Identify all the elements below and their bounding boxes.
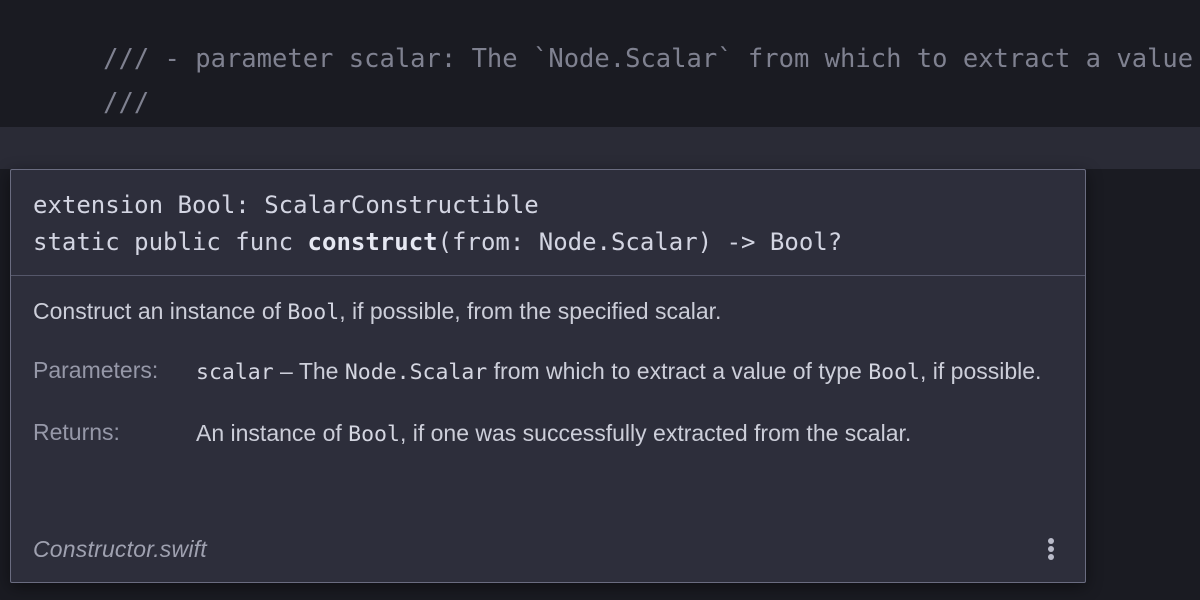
parameter-code-node-scalar: Node.Scalar bbox=[344, 360, 488, 385]
declaration-signature-prefix: static public func bbox=[33, 228, 308, 256]
parameters-value: scalar – The Node.Scalar from which to e… bbox=[196, 354, 1063, 390]
parameter-code-bool: Bool bbox=[868, 360, 920, 385]
returns-label: Returns: bbox=[33, 419, 120, 445]
parameters-row: Parameters: scalar – The Node.Scalar fro… bbox=[33, 354, 1063, 390]
declaration-extension-line: extension Bool: ScalarConstructible bbox=[33, 191, 539, 219]
parameter-text-2: from which to extract a value of type bbox=[487, 358, 869, 384]
screen-root: /// - parameter scalar: The `Node.Scalar… bbox=[0, 0, 1200, 600]
code-line-doc-parameter[interactable]: /// - parameter scalar: The `Node.Scalar… bbox=[0, 0, 1200, 74]
declaration-signature-name: construct bbox=[307, 228, 438, 256]
returns-text-1: An instance of bbox=[196, 420, 349, 446]
abstract-text-1: Construct an instance of bbox=[33, 298, 288, 324]
returns-value: An instance of Bool, if one was successf… bbox=[196, 416, 1063, 452]
code-line-doc-returns[interactable]: /// - returns: An instance of `Bool`, if… bbox=[0, 82, 1200, 160]
kebab-dot bbox=[1048, 554, 1054, 560]
parameter-name-scalar: scalar bbox=[196, 360, 274, 385]
kebab-menu-icon[interactable] bbox=[1039, 536, 1063, 562]
returns-text-2: , if one was successfully extracted from… bbox=[399, 420, 912, 446]
parameter-text-3: , if possible. bbox=[919, 358, 1042, 384]
parameter-text-1: The bbox=[298, 358, 345, 384]
abstract-description: Construct an instance of Bool, if possib… bbox=[33, 296, 1063, 328]
quick-help-popup[interactable]: extension Bool: ScalarConstructible stat… bbox=[10, 169, 1086, 583]
returns-row: Returns: An instance of Bool, if one was… bbox=[33, 416, 1063, 452]
parameter-dash: – bbox=[273, 358, 299, 384]
code-line-declaration[interactable]: public static func construct(from scalar… bbox=[0, 127, 1200, 210]
popup-declaration-header: extension Bool: ScalarConstructible stat… bbox=[11, 170, 1085, 276]
declaration-signature-suffix: (from: Node.Scalar) -> Bool? bbox=[437, 228, 843, 256]
kebab-dot bbox=[1048, 546, 1054, 552]
code-editor[interactable]: /// - parameter scalar: The `Node.Scalar… bbox=[0, 0, 1200, 210]
popup-footer: Constructor.swift bbox=[11, 522, 1085, 582]
kebab-dot bbox=[1048, 538, 1054, 544]
abstract-code-bool: Bool bbox=[287, 300, 340, 325]
returns-code-bool: Bool bbox=[348, 422, 400, 447]
popup-body: Construct an instance of Bool, if possib… bbox=[11, 276, 1085, 452]
abstract-text-2: , if possible, from the specified scalar… bbox=[339, 298, 722, 324]
declaration-signature-line: static public func construct(from: Node.… bbox=[33, 224, 1063, 261]
parameters-label: Parameters: bbox=[33, 357, 159, 383]
source-filename[interactable]: Constructor.swift bbox=[33, 536, 207, 563]
code-line-doc-blank[interactable]: /// bbox=[0, 40, 1200, 118]
